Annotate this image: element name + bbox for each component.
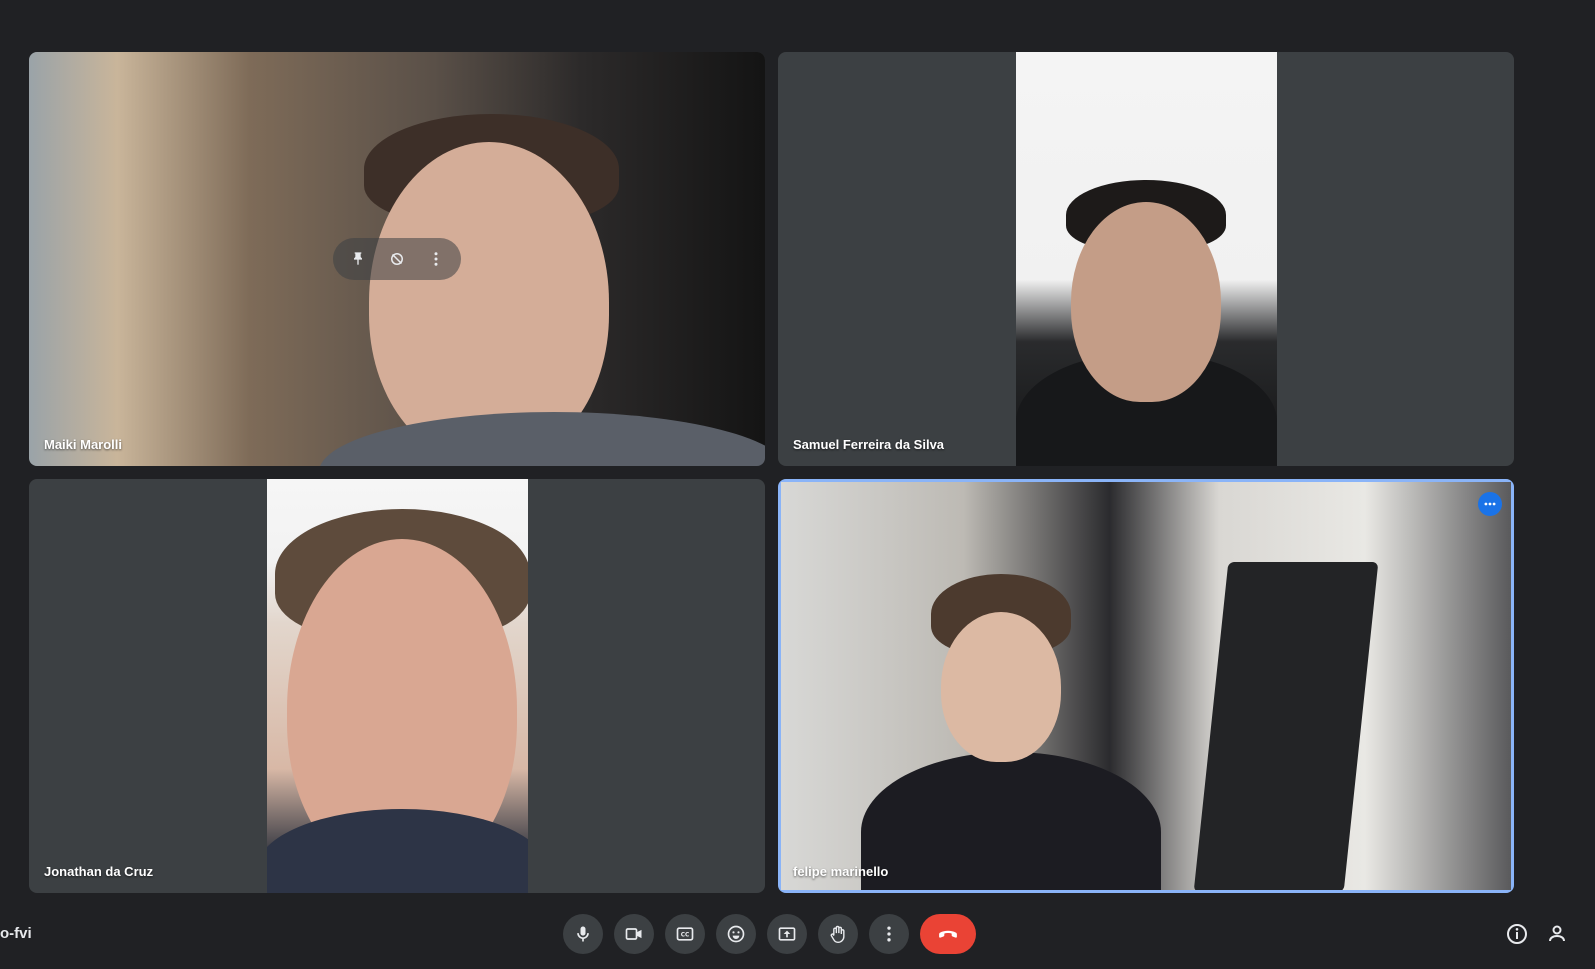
participant-tile[interactable]: Jonathan da Cruz <box>29 479 765 893</box>
camera-button[interactable] <box>614 914 654 954</box>
participant-video <box>781 482 1511 890</box>
mute-participant-icon[interactable] <box>385 247 409 271</box>
participant-name: Samuel Ferreira da Silva <box>793 437 945 452</box>
reactions-button[interactable] <box>716 914 756 954</box>
raise-hand-button[interactable] <box>818 914 858 954</box>
call-controls: CC <box>563 914 976 954</box>
people-icon <box>1549 925 1565 942</box>
leave-call-icon <box>939 930 957 938</box>
tile-hover-controls <box>333 238 461 280</box>
participant-tile-active[interactable]: felipe marinello <box>778 479 1514 893</box>
more-horizontal-icon <box>1484 502 1496 506</box>
meeting-stage: Maiki Marolli Samuel Ferreira da Silva J… <box>0 0 1595 969</box>
more-options-icon[interactable] <box>424 247 448 271</box>
tile-more-options-button[interactable] <box>1478 492 1502 516</box>
more-options-icon <box>887 926 891 942</box>
side-panel-controls <box>1500 917 1584 951</box>
microphone-button[interactable] <box>563 914 603 954</box>
emoji-icon <box>727 925 745 943</box>
more-options-button[interactable] <box>869 914 909 954</box>
participant-tile[interactable]: Maiki Marolli <box>29 52 765 466</box>
leave-call-button[interactable] <box>920 914 976 954</box>
meeting-details-button[interactable] <box>1500 917 1534 951</box>
present-screen-button[interactable] <box>767 914 807 954</box>
captions-icon: CC <box>676 927 694 941</box>
captions-button[interactable]: CC <box>665 914 705 954</box>
participant-video <box>267 479 528 893</box>
participant-video <box>1016 52 1277 466</box>
participant-name: Maiki Marolli <box>44 437 123 452</box>
microphone-icon <box>577 926 589 942</box>
meeting-code: o-fvi <box>0 925 32 942</box>
people-button[interactable] <box>1542 917 1576 951</box>
raise-hand-icon <box>830 925 845 944</box>
participant-tile[interactable]: Samuel Ferreira da Silva <box>778 52 1514 466</box>
svg-text:CC: CC <box>681 933 690 939</box>
camera-icon <box>625 928 642 940</box>
info-icon <box>1507 924 1527 944</box>
bottom-toolbar: o-fvi CC <box>0 905 1595 969</box>
participant-name: Jonathan da Cruz <box>44 864 154 879</box>
present-screen-icon <box>778 927 796 941</box>
participant-name: felipe marinello <box>793 864 889 879</box>
pin-icon[interactable] <box>346 247 370 271</box>
